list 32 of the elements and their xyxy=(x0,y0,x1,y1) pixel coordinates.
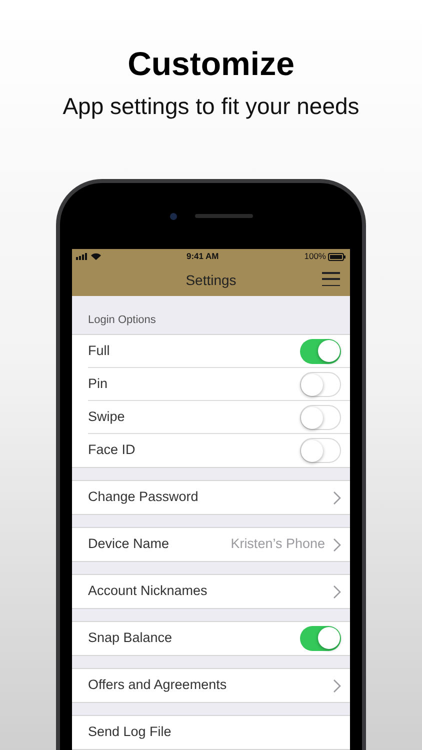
headline: Customize xyxy=(128,44,294,84)
row-label: Pin xyxy=(88,374,108,393)
camera-icon xyxy=(170,212,176,220)
subtitle: App settings to fit your needs xyxy=(62,92,360,121)
row-label: Device Name xyxy=(88,535,170,554)
toggle-switch[interactable] xyxy=(300,338,341,364)
chevron-right-icon xyxy=(333,538,341,552)
battery-icon xyxy=(328,252,346,260)
signal-icon xyxy=(76,253,88,260)
battery-percent: 100% xyxy=(304,250,326,263)
row-label: Offers and Agreements xyxy=(88,676,227,694)
chevron-right-icon xyxy=(333,678,341,692)
row-label: Full xyxy=(88,342,110,360)
chevron-right-icon xyxy=(333,584,341,598)
nav-title: Settings xyxy=(186,270,236,290)
status-time: 9:41 AM xyxy=(186,250,219,263)
row-label: Snap Balance xyxy=(88,629,172,648)
toggle-switch[interactable] xyxy=(300,438,341,463)
wifi-icon xyxy=(91,253,101,260)
chevron-right-icon xyxy=(333,490,341,504)
toggle-switch[interactable] xyxy=(300,372,341,396)
row-label: Face ID xyxy=(88,441,136,460)
menu-icon[interactable] xyxy=(322,272,340,286)
row-label: Swipe xyxy=(88,408,125,426)
speaker-grille xyxy=(194,214,252,218)
row-value: Kristen’s Phone xyxy=(230,535,325,554)
section-header: Login Options xyxy=(88,312,156,328)
toggle-switch[interactable] xyxy=(300,404,341,430)
toggle-switch[interactable] xyxy=(300,626,341,651)
row-label: Change Password xyxy=(88,488,198,506)
row-label: Send Log File xyxy=(88,723,172,742)
row-label: Account Nicknames xyxy=(88,582,208,600)
